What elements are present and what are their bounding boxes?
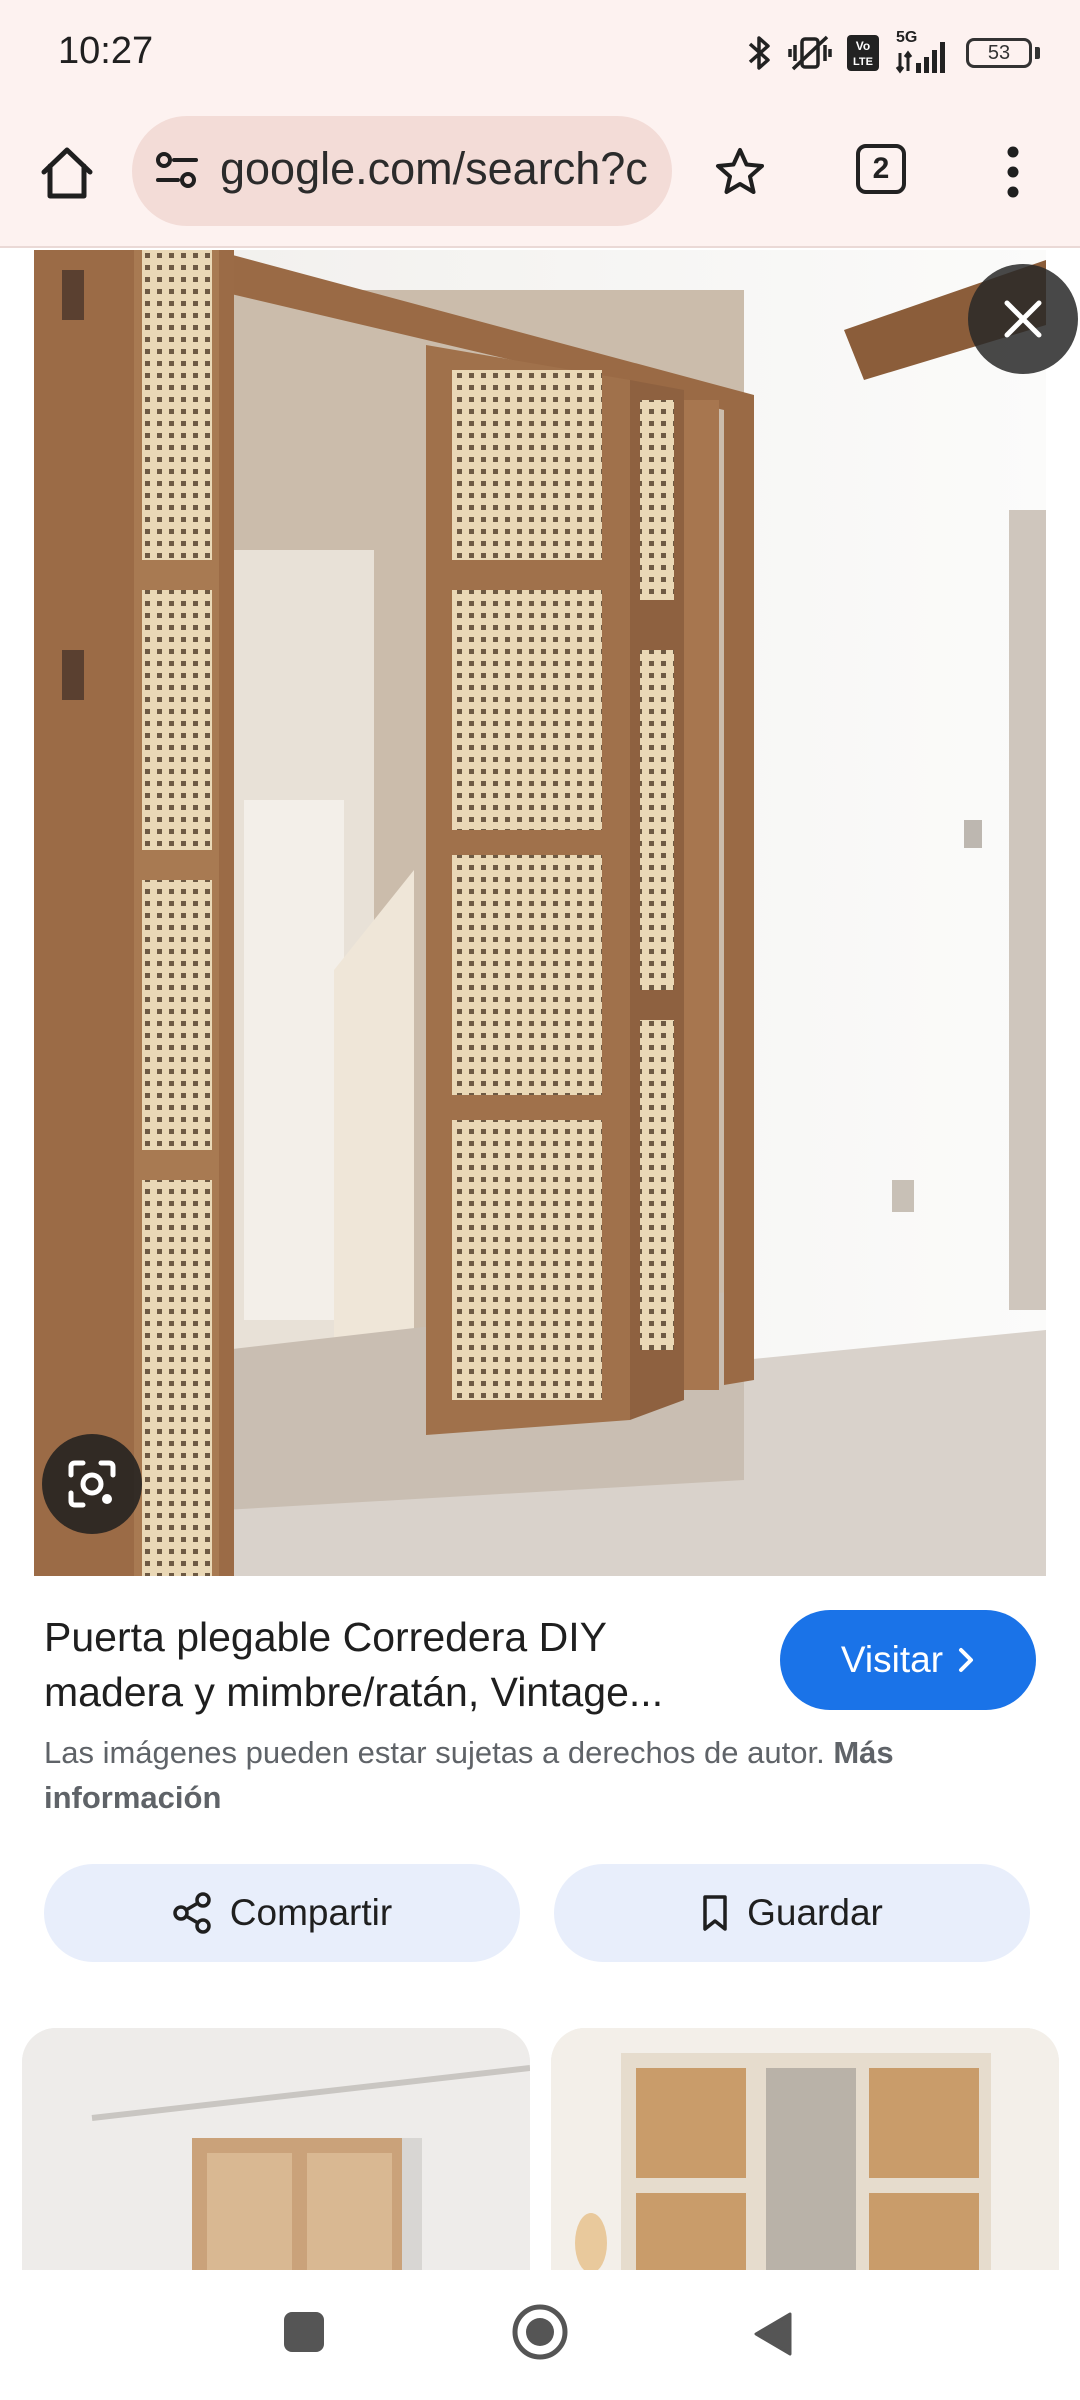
recents-icon[interactable] (282, 2310, 326, 2354)
related-photo-1 (22, 2028, 530, 2270)
result-title-line2: madera y mimbre/ratán, Vintage... (44, 1669, 664, 1715)
result-image[interactable] (34, 250, 1046, 1576)
battery-level: 53 (966, 38, 1032, 68)
door-photo (34, 250, 1046, 1576)
result-title-line1: Puerta plegable Corredera DIY (44, 1614, 607, 1660)
copyright-notice: Las imágenes pueden estar sujetas a dere… (44, 1730, 1024, 1820)
bookmark-star-icon[interactable] (714, 146, 766, 198)
related-image-1[interactable] (22, 2028, 530, 2270)
site-settings-icon[interactable] (154, 150, 200, 190)
related-image-2[interactable] (551, 2028, 1059, 2270)
more-info-link-2[interactable]: información (44, 1780, 221, 1815)
related-photo-2 (551, 2028, 1059, 2270)
url-text: google.com/search?c (220, 143, 648, 194)
back-icon[interactable] (752, 2310, 794, 2358)
save-button[interactable]: Guardar (554, 1864, 1030, 1962)
share-button[interactable]: Compartir (44, 1864, 520, 1962)
share-icon (173, 1892, 211, 1934)
copyright-text: Las imágenes pueden estar sujetas a dere… (44, 1735, 825, 1770)
status-icons: Vo LTE 5G 53 (746, 28, 1040, 78)
home-icon[interactable] (36, 142, 98, 204)
more-vert-icon[interactable] (996, 144, 1030, 200)
system-nav-bar (0, 2270, 1080, 2400)
volte-icon: Vo LTE (847, 35, 879, 71)
share-label: Compartir (229, 1892, 393, 1933)
close-icon (1004, 300, 1042, 338)
status-bar: 10:27 Vo LTE 5G 53 (0, 0, 1080, 108)
address-bar[interactable]: google.com/search?c (132, 116, 672, 226)
vibrate-off-icon (788, 35, 832, 71)
battery-tip (1035, 47, 1040, 59)
browser-toolbar: google.com/search?c 2 (0, 108, 1080, 248)
save-label: Guardar (747, 1892, 883, 1933)
tab-switcher-button[interactable]: 2 (856, 144, 906, 194)
result-title[interactable]: Puerta plegable Corredera DIY madera y m… (44, 1610, 744, 1720)
bookmark-icon (703, 1895, 727, 1931)
visit-button[interactable]: Visitar (780, 1610, 1036, 1710)
google-lens-button[interactable] (42, 1434, 142, 1534)
svg-text:Vo: Vo (856, 39, 870, 53)
signal-icon (895, 42, 945, 74)
svg-text:LTE: LTE (853, 56, 873, 68)
more-info-link[interactable]: Más (833, 1735, 893, 1770)
close-viewer-button[interactable] (968, 264, 1078, 374)
battery-indicator: 53 (966, 38, 1040, 68)
lens-icon (68, 1460, 116, 1508)
home-nav-icon[interactable] (510, 2302, 570, 2362)
bluetooth-icon (748, 36, 770, 70)
visit-label: Visitar (840, 1639, 944, 1680)
chevron-right-icon (959, 1648, 974, 1672)
signal-group: 5G (894, 29, 952, 75)
status-time: 10:27 (58, 30, 154, 72)
